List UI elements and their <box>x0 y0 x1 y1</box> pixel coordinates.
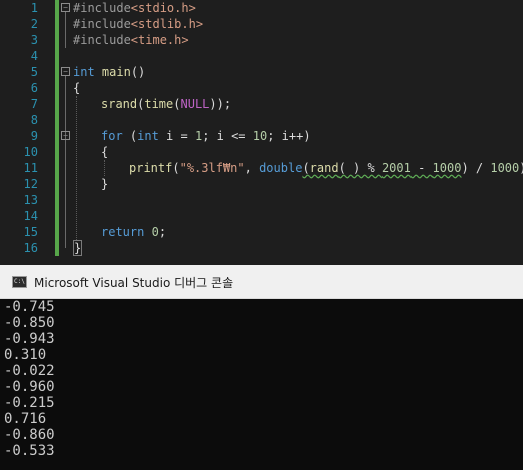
line-number: 7 <box>30 97 38 111</box>
punctuation: ( <box>122 129 138 143</box>
output-line: -0.022 <box>4 363 55 379</box>
preprocessor-directive: #include <box>73 17 131 31</box>
line-number: 11 <box>23 161 38 175</box>
punctuation: , <box>244 161 260 175</box>
code-line-12: } <box>101 176 108 192</box>
brace: { <box>101 145 109 159</box>
macro: NULL <box>180 97 210 111</box>
line-number: 4 <box>30 49 38 63</box>
fold-guide <box>65 12 66 48</box>
code-line-15: return 0; <box>101 224 166 240</box>
keyword: double <box>259 161 303 175</box>
line-number: 3 <box>30 33 38 47</box>
indent-guide <box>76 96 77 240</box>
debug-console-window[interactable]: C:\ Microsoft Visual Studio 디버그 콘솔 -0.74… <box>0 265 523 470</box>
include-path: <stdlib.h> <box>130 17 204 31</box>
code-line-5: int main() <box>73 64 145 80</box>
preprocessor-directive: #include <box>73 33 131 47</box>
output-line: -0.745 <box>4 299 55 315</box>
console-title: Microsoft Visual Studio 디버그 콘솔 <box>34 276 234 290</box>
function-name: srand <box>101 97 138 111</box>
console-output: -0.745 -0.850 -0.943 0.310 -0.022 -0.960… <box>4 299 55 459</box>
code-line-6: { <box>73 80 80 96</box>
expression: ; i <= <box>202 129 253 143</box>
line-number: 2 <box>30 17 38 31</box>
expression: ; i++) <box>267 129 311 143</box>
collapse-icon[interactable]: − <box>61 3 70 12</box>
output-line: 0.716 <box>4 411 47 427</box>
expression: ) / <box>461 161 491 175</box>
code-line-3: #include<time.h> <box>73 32 189 48</box>
line-number: 1 <box>30 1 38 15</box>
code-line-11: printf("%.3lf₩n", double(rand( ) % 2001 … <box>129 160 523 176</box>
keyword: int <box>73 65 95 79</box>
matching-brace: } <box>73 240 83 256</box>
punctuation: () <box>130 65 146 79</box>
include-path: <time.h> <box>130 33 189 47</box>
code-line-7: srand(time(NULL)); <box>101 96 231 112</box>
punctuation: ( <box>302 161 310 175</box>
string-literal: "%.3lf₩n" <box>179 161 245 175</box>
change-tracking-bar <box>55 0 59 256</box>
output-line: -0.215 <box>4 395 55 411</box>
line-number: 13 <box>23 193 38 207</box>
number-literal: 2001 <box>381 161 411 175</box>
expression: - <box>410 161 433 175</box>
number-literal: 0 <box>151 225 159 239</box>
number-literal: 1000 <box>490 161 520 175</box>
code-line-2: #include<stdlib.h> <box>73 16 203 32</box>
code-line-16: } <box>73 240 83 256</box>
line-number: 9 <box>30 129 38 143</box>
collapse-icon[interactable]: − <box>61 67 70 76</box>
warning-squiggle-expression: (rand( ) % 2001 - 1000 <box>302 161 461 175</box>
line-number: 10 <box>23 145 38 159</box>
punctuation: ); <box>519 161 523 175</box>
output-line: 0.310 <box>4 347 47 363</box>
brace: } <box>101 177 109 191</box>
output-line: -0.943 <box>4 331 55 347</box>
code-line-10: { <box>101 144 108 160</box>
punctuation: ; <box>158 225 167 239</box>
function-name: rand <box>309 161 339 175</box>
expression: i = <box>158 129 195 143</box>
line-number: 5 <box>30 65 38 79</box>
collapse-icon[interactable]: − <box>61 131 70 140</box>
function-name: time <box>144 97 174 111</box>
line-number: 14 <box>23 209 38 223</box>
code-line-9: for (int i = 1; i <= 10; i++) <box>101 128 311 144</box>
line-number: 12 <box>23 177 38 191</box>
preprocessor-directive: #include <box>73 1 131 15</box>
keyword: return <box>101 225 145 239</box>
console-app-icon: C:\ <box>12 276 27 288</box>
console-title-bar[interactable]: C:\ Microsoft Visual Studio 디버그 콘솔 <box>0 265 523 299</box>
code-editor[interactable]: 1 2 3 4 5 6 7 8 9 10 11 12 13 14 15 16 −… <box>0 0 523 258</box>
include-path: <stdio.h> <box>130 1 196 15</box>
line-number: 6 <box>30 81 38 95</box>
code-line-1: #include<stdio.h> <box>73 0 196 16</box>
line-number: 16 <box>23 241 38 255</box>
punctuation: ( <box>173 97 181 111</box>
expression: ( ) % <box>338 161 382 175</box>
keyword: int <box>137 129 159 143</box>
output-line: -0.533 <box>4 443 55 459</box>
number-literal: 10 <box>252 129 268 143</box>
punctuation: )); <box>209 97 232 111</box>
number-literal: 1000 <box>432 161 462 175</box>
function-name: main <box>101 65 131 79</box>
line-number: 15 <box>23 225 38 239</box>
output-line: -0.960 <box>4 379 55 395</box>
indent-guide <box>104 160 105 176</box>
output-line: -0.860 <box>4 427 55 443</box>
function-name: printf <box>129 161 173 175</box>
brace: { <box>73 81 81 95</box>
line-number: 8 <box>30 113 38 127</box>
keyword: for <box>101 129 123 143</box>
punctuation: ( <box>172 161 180 175</box>
fold-guide <box>65 140 66 192</box>
output-line: -0.850 <box>4 315 55 331</box>
